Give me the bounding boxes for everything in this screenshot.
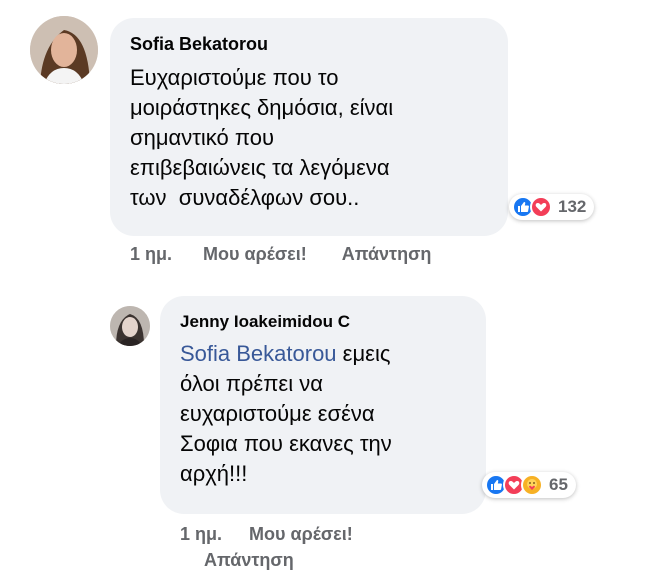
comment-text-line: επιβεβαιώνεις τα λεγόμενα (130, 154, 390, 180)
comment-bubble: Jenny Ioakeimidou C Sofia Bekatorou εμει… (160, 296, 486, 514)
comment-text: Sofia Bekatorou εμεις όλοι πρέπει να ευχ… (180, 339, 468, 489)
avatar[interactable] (110, 306, 150, 346)
care-icon (521, 474, 543, 496)
comment-actions: 1 ημ. Μου αρέσει! Απάντηση (130, 244, 431, 265)
avatar-photo-icon (110, 306, 150, 346)
reaction-count: 65 (549, 475, 568, 494)
comment-text-line: Σοφια που εκανες την (180, 430, 392, 456)
comment-text-line: μοιράστηκες δημόσια, είναι (130, 94, 394, 120)
comment-text: Ευχαριστούμε που το μοιράστηκες δημόσια,… (130, 63, 490, 213)
like-button[interactable]: Μου αρέσει! (249, 521, 353, 547)
comment-author[interactable]: Sofia Bekatorou (130, 34, 490, 55)
comment-text-line: Sofia Bekatorou εμεις (180, 339, 468, 369)
avatar-photo-icon (30, 16, 98, 84)
comment-time[interactable]: 1 ημ. (180, 521, 222, 547)
comment-text-line: των συναδέλφων σου.. (130, 184, 360, 210)
reaction-count: 132 (558, 197, 587, 216)
comment-actions: 1 ημ. Μου αρέσει! Απάντηση (180, 521, 440, 573)
comment-text-line: σημαντικό που (130, 124, 274, 150)
mention-link[interactable]: Sofia Bekatorou (180, 341, 337, 366)
reactions-summary[interactable]: 132 (509, 194, 595, 220)
like-button[interactable]: Μου αρέσει! (203, 244, 307, 265)
comment-bubble: Sofia Bekatorou Ευχαριστούμε που το μοιρ… (110, 18, 508, 236)
comment-text-line: όλοι πρέπει να (180, 370, 323, 396)
comment-text-line: αρχή!!! (180, 460, 248, 486)
avatar[interactable] (30, 16, 98, 84)
love-icon (530, 196, 552, 218)
reply-button[interactable]: Απάντηση (342, 244, 432, 265)
comment-time[interactable]: 1 ημ. (130, 244, 172, 265)
comment-text-fragment: εμεις (336, 341, 391, 366)
comment-author[interactable]: Jenny Ioakeimidou C (180, 312, 468, 332)
reactions-summary[interactable]: 65 (482, 472, 576, 498)
comment-text-line: Ευχαριστούμε που το (130, 65, 339, 90)
comment-text-line: ευχαριστούμε εσένα (180, 400, 375, 426)
reply-button[interactable]: Απάντηση (204, 547, 294, 573)
